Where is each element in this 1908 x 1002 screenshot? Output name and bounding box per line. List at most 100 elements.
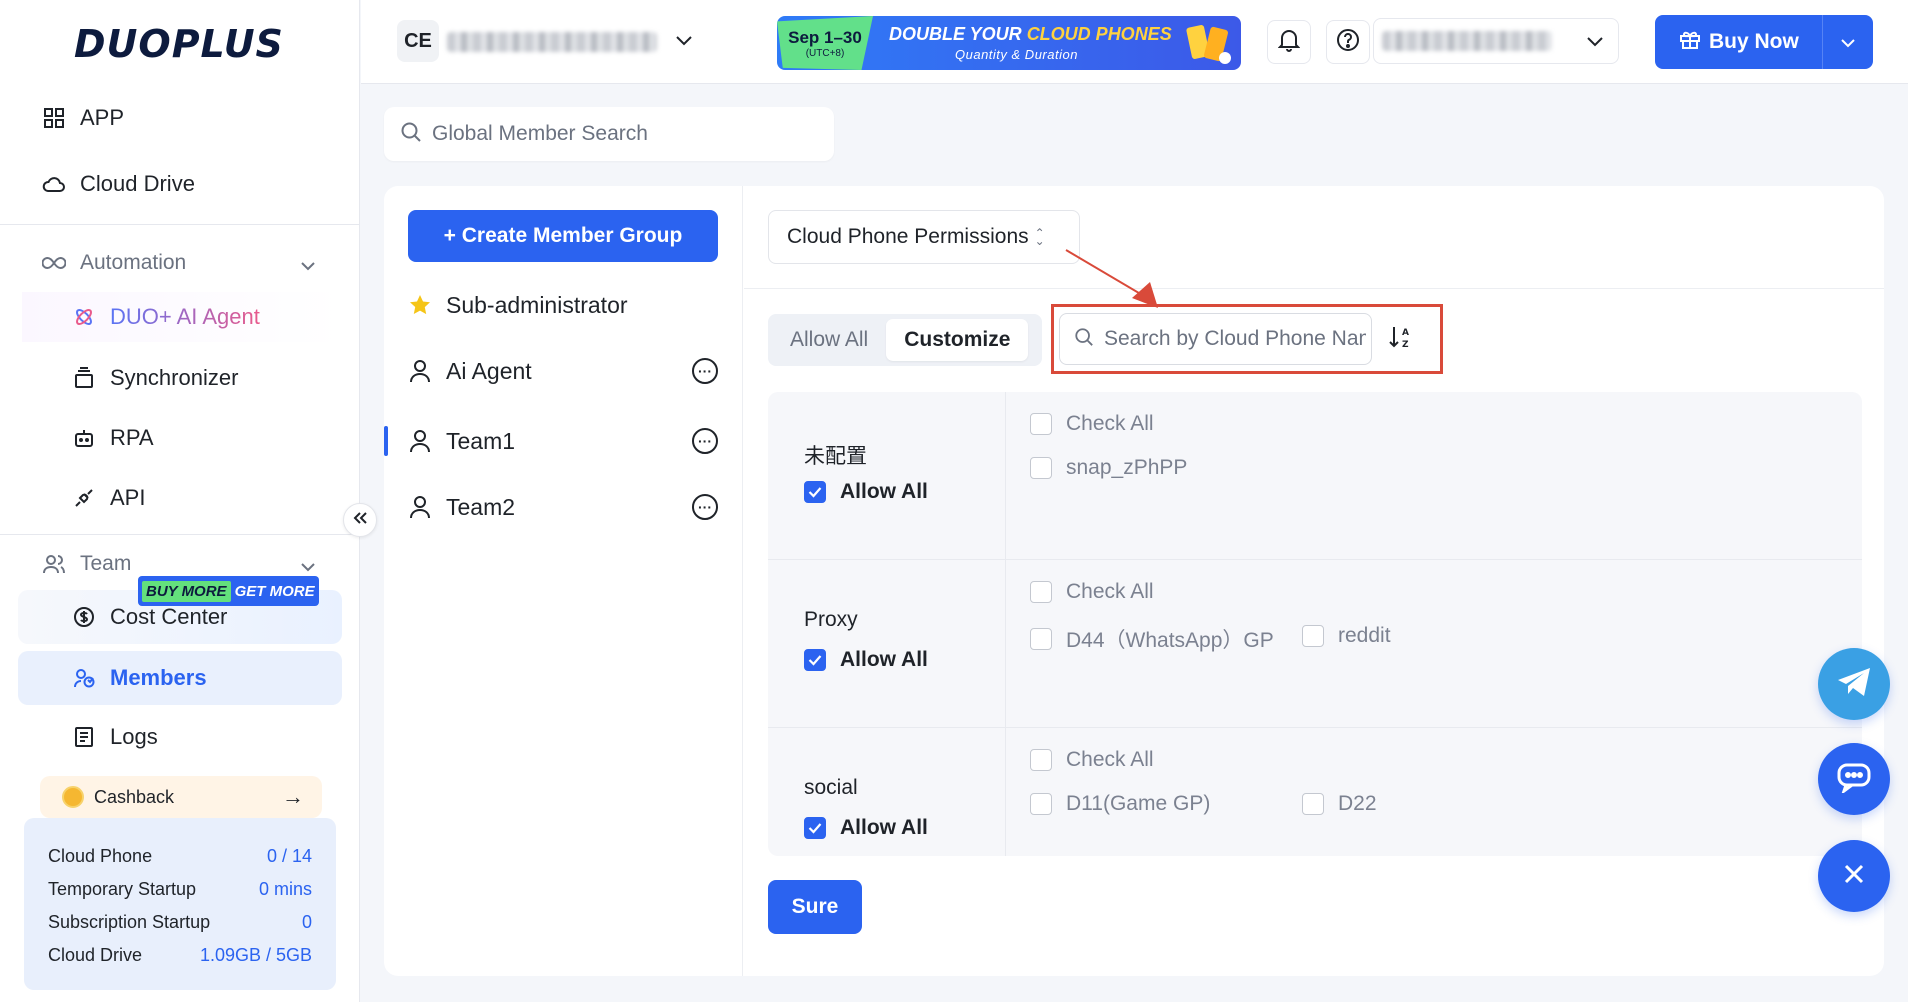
phone-name: reddit <box>1338 624 1391 647</box>
phone-name: snap_zPhPP <box>1066 456 1188 479</box>
more-options-icon[interactable]: ··· <box>692 494 718 520</box>
allow-all-label: Allow All <box>840 480 928 503</box>
sidebar-item-cloud-drive[interactable]: Cloud Drive <box>0 159 360 209</box>
more-options-icon[interactable]: ··· <box>692 358 718 384</box>
phone-name: D22 <box>1338 792 1377 815</box>
allow-all-checkbox[interactable]: Allow All <box>804 816 928 840</box>
sidebar-group-automation[interactable]: Automation <box>0 238 360 288</box>
group-item-sub-administrator[interactable]: Sub-administrator <box>408 280 718 330</box>
permission-type-select[interactable]: Cloud Phone Permissions ⌃ ⌄ <box>768 210 1080 264</box>
search-input[interactable] <box>432 122 812 146</box>
cashback-banner[interactable]: Cashback → <box>40 776 322 818</box>
cashback-label: Cashback <box>94 786 175 807</box>
cloud-icon <box>42 172 66 196</box>
help-button[interactable] <box>1326 20 1370 64</box>
sidebar-item-logs[interactable]: Logs <box>0 712 360 762</box>
chevron-down-icon <box>300 554 316 578</box>
sidebar-item-api[interactable]: API <box>0 473 360 523</box>
check-icon <box>804 481 826 503</box>
sidebar-item-synchronizer[interactable]: Synchronizer <box>0 353 360 403</box>
quota-row: Subscription Startup 0 <box>48 906 312 939</box>
promo-banner[interactable]: Sep 1–30 (UTC+8) DOUBLE YOUR CLOUD PHONE… <box>777 16 1241 70</box>
group-item-team2[interactable]: Team2 ··· <box>408 482 718 532</box>
quota-row: Cloud Drive 1.09GB / 5GB <box>48 939 312 972</box>
buy-now-button[interactable]: Buy Now <box>1655 15 1873 69</box>
group-cell: 未配置 Allow All <box>768 392 1006 560</box>
divider <box>744 288 1884 289</box>
sidebar-item-label: API <box>110 485 146 510</box>
create-member-group-button[interactable]: + Create Member Group <box>408 210 718 262</box>
checkbox-box <box>1030 581 1052 603</box>
members-card: + Create Member Group Sub-administrator … <box>384 186 1884 976</box>
user-menu[interactable] <box>1373 18 1619 64</box>
phone-checkbox[interactable]: reddit <box>1302 624 1391 648</box>
phone-checkbox[interactable]: snap_zPhPP <box>1030 456 1187 480</box>
chevron-down-icon <box>1586 35 1604 53</box>
sidebar-group-label: Automation <box>80 251 187 274</box>
phones-illustration-icon <box>1186 25 1231 64</box>
allow-all-checkbox[interactable]: Allow All <box>804 648 928 672</box>
chevron-down-icon[interactable] <box>675 34 693 52</box>
logo[interactable]: DUOPLUS <box>74 22 284 66</box>
group-item-ai-agent[interactable]: Ai Agent ··· <box>408 346 718 396</box>
sidebar-item-members[interactable]: Members <box>18 651 342 705</box>
checkbox-box <box>1302 793 1324 815</box>
chat-icon <box>1836 761 1872 798</box>
sidebar-item-label: Logs <box>110 724 158 749</box>
sidebar-item-ai-agent[interactable]: DUO+ AI Agent <box>22 292 342 342</box>
get-more-label: GET MORE <box>234 582 315 600</box>
quota-label: Cloud Phone <box>48 846 153 866</box>
sure-button[interactable]: Sure <box>768 880 862 934</box>
check-all-checkbox[interactable]: Check All <box>1030 748 1154 772</box>
check-all-checkbox[interactable]: Check All <box>1030 412 1154 436</box>
sort-updown-icon: ⌃ ⌄ <box>1034 226 1045 248</box>
permission-mode-toggle: Allow All Customize <box>768 314 1042 366</box>
notifications-button[interactable] <box>1267 20 1311 64</box>
checkbox-box <box>1030 457 1052 479</box>
close-button[interactable] <box>1818 840 1890 912</box>
group-name: social <box>804 776 858 799</box>
plug-icon <box>72 486 96 510</box>
gift-icon <box>1679 28 1701 56</box>
chat-support-button[interactable] <box>1818 743 1890 815</box>
group-item-team1[interactable]: Team1 ··· <box>408 416 718 466</box>
cloud-phone-search[interactable] <box>1059 313 1372 365</box>
quota-value: 0 / 14 <box>266 846 312 866</box>
phone-checkbox[interactable]: D11(Game GP) <box>1030 792 1210 816</box>
telegram-button[interactable] <box>1818 648 1890 720</box>
workspace-avatar[interactable]: CE <box>397 20 439 62</box>
sidebar-item-label: Cost Center <box>110 604 228 629</box>
sidebar-item-app[interactable]: APP <box>0 93 360 143</box>
sidebar: DUOPLUS APP Cloud Drive Automation DUO+ … <box>0 0 360 1002</box>
phone-checkbox[interactable]: D22 <box>1302 792 1377 816</box>
search-icon <box>400 121 422 148</box>
checkbox-box <box>1030 793 1052 815</box>
help-icon <box>1336 28 1360 57</box>
cloud-phone-search-input[interactable] <box>1104 327 1366 351</box>
telegram-icon <box>1836 666 1872 703</box>
table-row: social Allow All Check All D11(Game GP) … <box>768 728 1862 856</box>
buy-now-dropdown[interactable] <box>1823 30 1873 54</box>
dollar-icon <box>72 605 96 629</box>
sort-az-button[interactable]: AZ <box>1386 324 1416 354</box>
sidebar-item-rpa[interactable]: RPA <box>0 413 360 463</box>
mode-allow-all[interactable]: Allow All <box>772 319 886 361</box>
global-member-search[interactable] <box>384 107 834 161</box>
permissions-table: 未配置 Allow All Check All snap_zPhPP Proxy… <box>768 392 1862 856</box>
sidebar-item-label: APP <box>80 105 125 130</box>
checkbox-box <box>1030 749 1052 771</box>
buy-now-main[interactable]: Buy Now <box>1655 15 1823 69</box>
phone-checkbox[interactable]: D44（WhatsApp）GP <box>1030 624 1274 654</box>
mode-customize[interactable]: Customize <box>886 319 1029 361</box>
robot-icon <box>72 426 96 450</box>
promo-timezone: (UTC+8) <box>805 47 845 59</box>
collapse-sidebar-button[interactable] <box>343 503 377 537</box>
allow-all-checkbox[interactable]: Allow All <box>804 480 928 504</box>
buy-more-badge[interactable]: BUY MORE GET MORE <box>138 576 319 606</box>
arrow-right-icon: → <box>282 784 304 809</box>
check-all-checkbox[interactable]: Check All <box>1030 580 1154 604</box>
synchronizer-icon <box>72 366 96 390</box>
quota-value: 0 <box>301 912 312 932</box>
sidebar-item-label: DUO+ AI Agent <box>110 304 260 329</box>
more-options-icon[interactable]: ··· <box>692 428 718 454</box>
